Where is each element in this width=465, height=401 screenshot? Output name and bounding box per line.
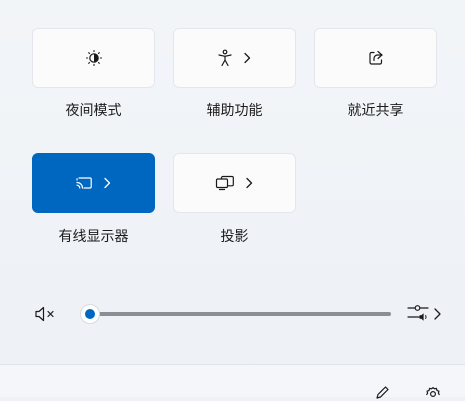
accessibility-label: 辅助功能 xyxy=(206,103,263,119)
night-light-tile[interactable] xyxy=(32,28,155,88)
volume-muted-icon[interactable] xyxy=(34,305,58,323)
audio-output-icon[interactable] xyxy=(406,303,442,325)
chevron-right-icon[interactable] xyxy=(102,177,112,189)
settings-icon[interactable] xyxy=(424,385,442,401)
accessibility-tile[interactable] xyxy=(173,28,296,88)
cast-icon xyxy=(76,177,92,189)
footer-bar xyxy=(0,364,465,399)
volume-track[interactable] xyxy=(90,312,391,316)
nearby-share-tile[interactable] xyxy=(314,28,437,88)
volume-row xyxy=(0,296,465,330)
brightness-moon-icon xyxy=(85,49,102,67)
project-icon xyxy=(215,175,234,191)
project-tile[interactable] xyxy=(173,153,296,213)
volume-slider-thumb[interactable] xyxy=(80,304,100,324)
chevron-right-icon[interactable] xyxy=(244,177,254,189)
edit-icon[interactable] xyxy=(374,385,390,401)
cast-label: 有线显示器 xyxy=(58,229,129,245)
night-light-label: 夜间模式 xyxy=(65,103,122,119)
volume-slider-thumb-dot xyxy=(85,309,95,319)
share-icon xyxy=(368,50,383,65)
nearby-share-label: 就近共享 xyxy=(347,103,404,119)
chevron-right-icon[interactable] xyxy=(242,52,252,64)
quick-settings-panel: 夜间模式 辅助功能 就近共享 有线显示器 投影 xyxy=(0,0,465,399)
accessibility-icon xyxy=(218,49,232,67)
project-label: 投影 xyxy=(220,229,249,245)
cast-tile[interactable] xyxy=(32,153,155,213)
